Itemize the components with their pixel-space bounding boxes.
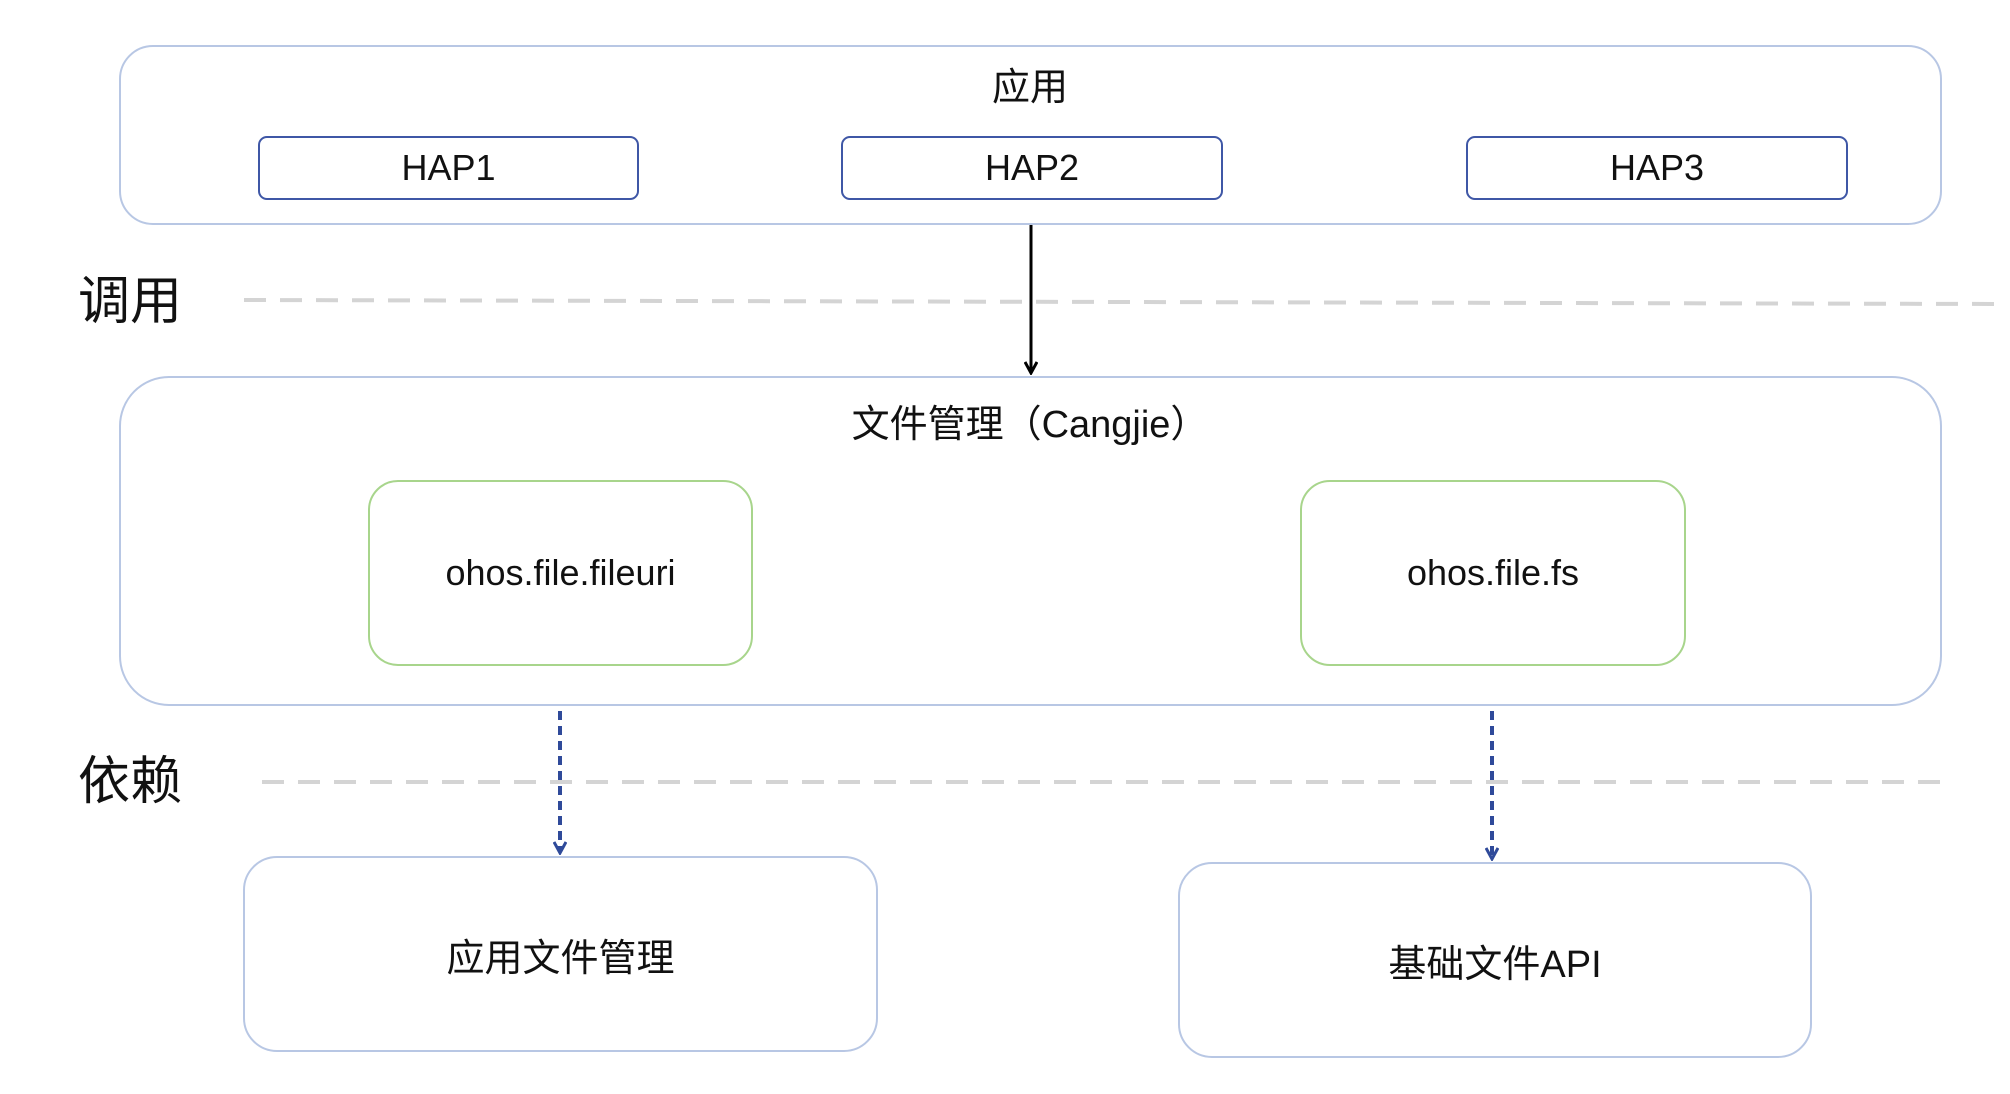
call-divider-line <box>243 298 2001 306</box>
hap2-box: HAP2 <box>841 136 1223 200</box>
hap1-box: HAP1 <box>258 136 639 200</box>
depend-label: 依赖 <box>78 753 183 811</box>
file-management-layer-title: 文件管理（Cangjie） <box>851 404 1209 446</box>
application-layer-title: 应用 <box>991 67 1068 109</box>
basic-file-api-box: 基础文件API <box>1178 862 1812 1058</box>
fs-module-box: ohos.file.fs <box>1300 480 1686 666</box>
app-file-management-box: 应用文件管理 <box>243 856 878 1052</box>
hap3-box: HAP3 <box>1466 136 1848 200</box>
call-label: 调用 <box>78 273 183 331</box>
fileuri-module-box: ohos.file.fileuri <box>368 480 753 666</box>
